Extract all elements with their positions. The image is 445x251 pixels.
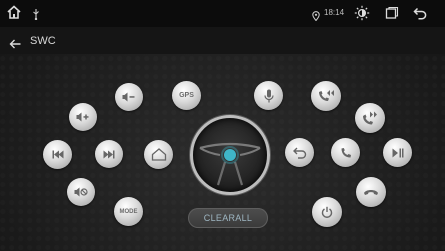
mute-button[interactable] [67,178,95,206]
power-icon [321,206,333,218]
volume-down-icon [122,92,135,102]
power-button[interactable] [312,197,342,227]
recent-apps-icon[interactable] [385,6,399,25]
next-track-button[interactable] [95,140,123,168]
gps-button[interactable]: GPS [172,81,201,110]
previous-track-icon [52,150,63,159]
gps-label: GPS [179,92,194,99]
next-track-icon [103,150,115,158]
location-icon [312,8,320,26]
play-pause-icon [392,148,403,157]
clock: 18:14 [324,8,345,17]
back-arrow-icon[interactable] [9,36,21,54]
status-bar: 18:14 [0,0,445,27]
phone-next-icon [363,111,377,125]
voice-button[interactable] [254,81,283,110]
volume-up-icon [76,112,89,122]
return-icon [292,147,306,159]
answer-call-button[interactable] [331,138,360,167]
home-outline-icon [151,148,166,161]
mode-label: MODE [119,208,138,215]
microphone-icon [263,89,274,102]
screen: 18:14 SWC GPS MODE CLEARALL [0,0,445,251]
return-button[interactable] [285,138,314,167]
mode-button[interactable]: MODE [114,197,143,226]
home-icon[interactable] [6,4,22,25]
volume-down-button[interactable] [115,83,143,111]
phone-previous-icon [319,90,334,101]
page-title: SWC [30,35,56,47]
call-previous-button[interactable] [311,81,341,111]
hang-up-icon [364,190,378,195]
brightness-icon[interactable] [354,5,370,26]
back-nav-icon[interactable] [412,5,428,26]
home-button[interactable] [144,140,173,169]
phone-icon [341,147,351,157]
previous-track-button[interactable] [43,140,72,169]
title-bar: SWC [0,27,445,54]
mute-icon [74,187,88,197]
clear-all-button[interactable]: CLEARALL [188,208,268,228]
hang-up-button[interactable] [356,177,386,207]
steering-wheel-icon [199,142,261,186]
call-next-button[interactable] [355,103,385,133]
steering-wheel [190,115,270,195]
volume-up-button[interactable] [69,103,97,131]
usb-icon [32,7,40,25]
play-pause-button[interactable] [383,138,412,167]
